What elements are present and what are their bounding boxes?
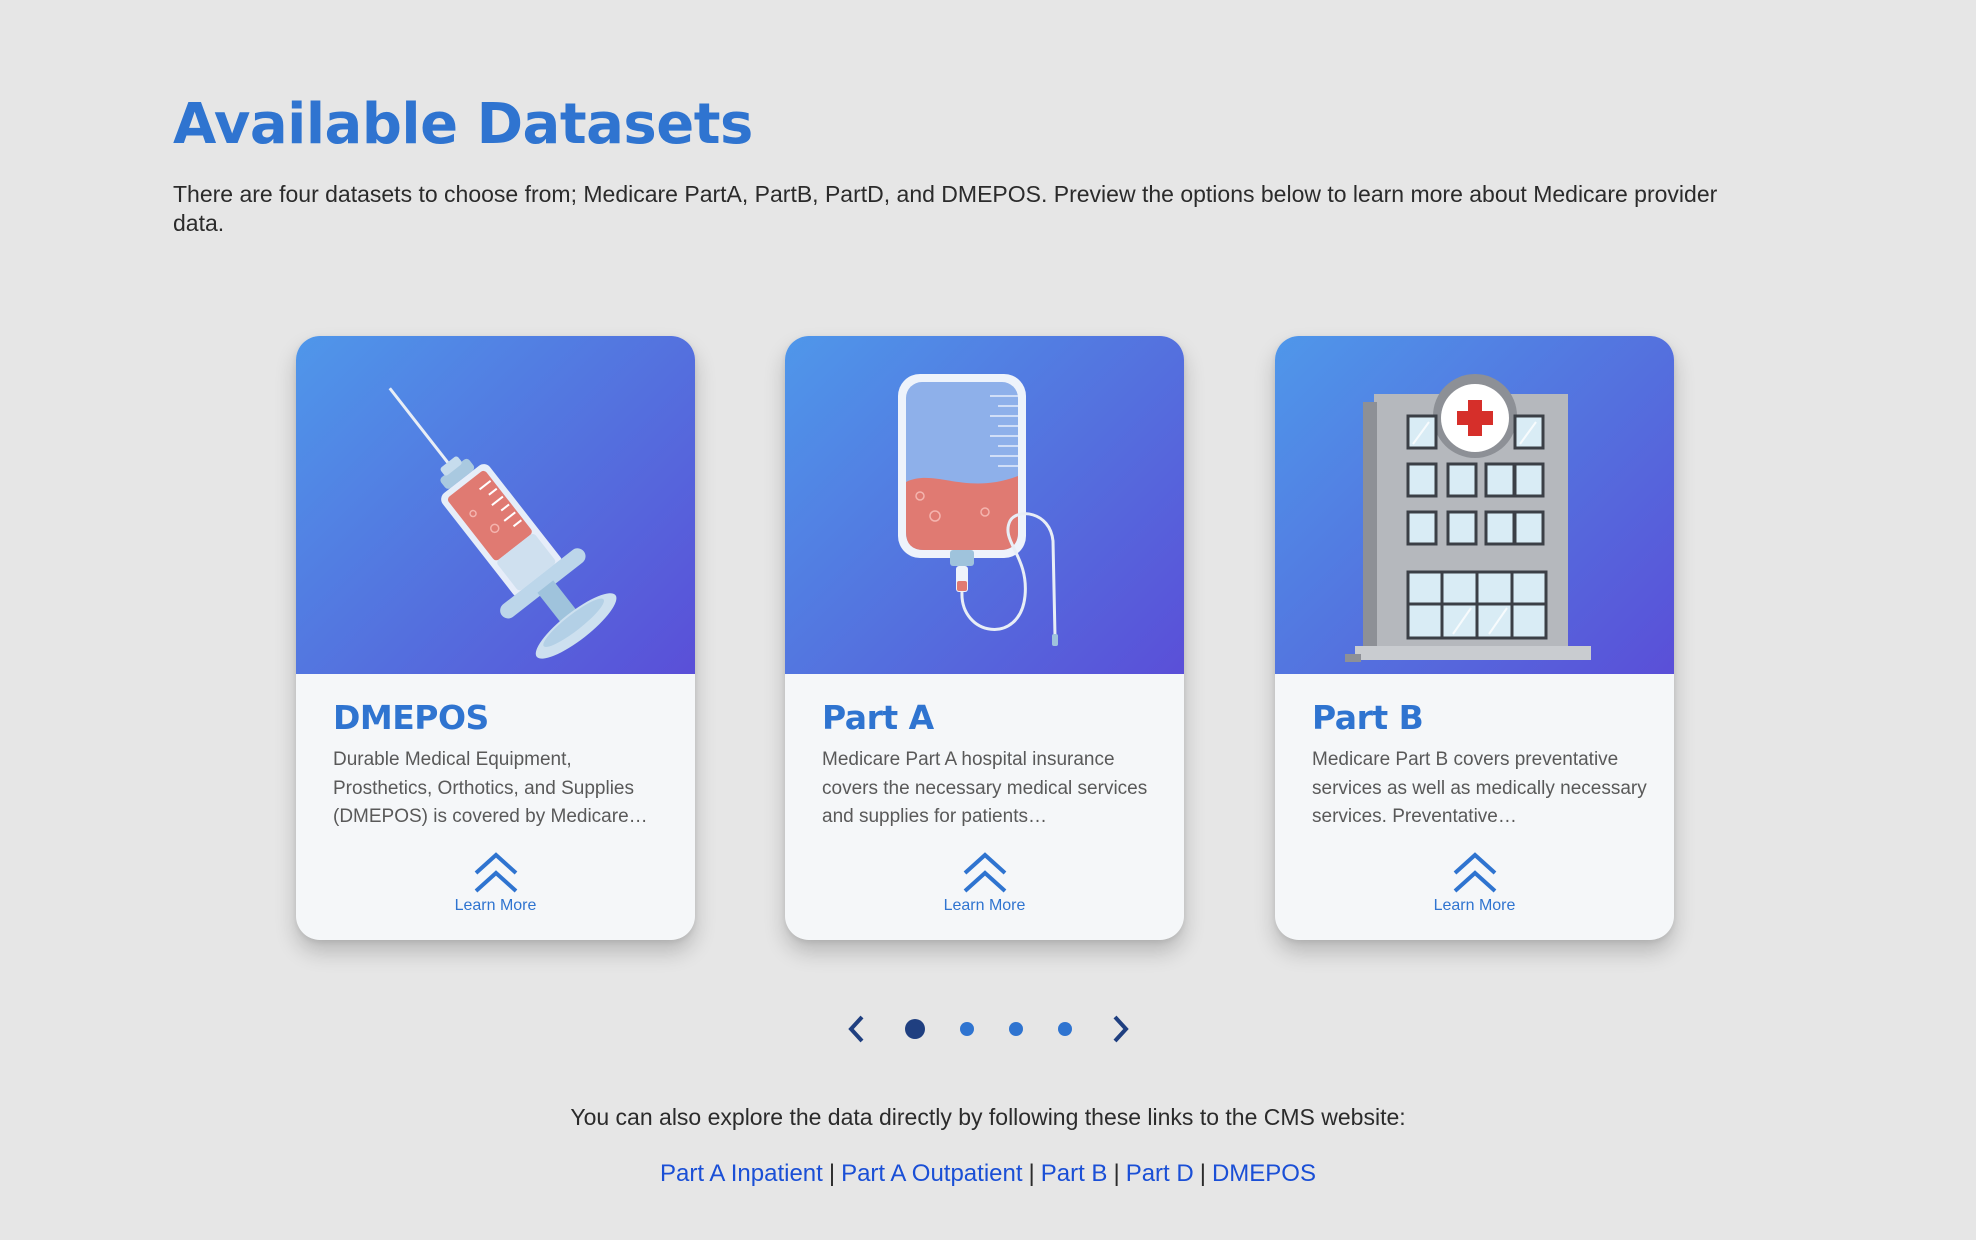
card-title: Part A [822,698,934,737]
card-image [1275,336,1674,674]
dataset-carousel: DMEPOS Durable Medical Equipment, Prosth… [296,336,1674,940]
double-chevron-up-icon [1453,852,1496,893]
chevron-left-icon [848,1015,864,1043]
carousel-pager [0,1012,1976,1046]
chevron-right-icon [1113,1015,1129,1043]
learn-more-label: Learn More [1433,897,1516,914]
learn-more-label: Learn More [943,897,1026,914]
carousel-next-button[interactable] [1105,1012,1135,1046]
learn-more-button[interactable]: Learn More [1275,851,1674,915]
link-dmepos[interactable]: DMEPOS [1212,1160,1316,1187]
cms-links: Part A Inpatient | Part A Outpatient | Part … [0,1160,1976,1188]
learn-more-label: Learn More [454,897,537,914]
card-image [785,336,1184,674]
card-description: Medicare Part A hospital insurance cover… [822,749,1148,827]
card-image [296,336,695,674]
carousel-prev-button[interactable] [842,1012,872,1046]
explore-text: You can also explore the data directly b… [570,1104,1406,1130]
double-chevron-up-icon [474,852,517,893]
link-separator: | [1028,1160,1035,1187]
learn-more-button[interactable]: Learn More [785,851,1184,915]
page-title: Available Datasets [173,92,753,157]
link-part-a-inpatient[interactable]: Part A Inpatient [660,1160,823,1187]
card-description: Durable Medical Equipment, Prosthetics, … [333,749,648,827]
card-title: Part B [1312,698,1424,737]
card-description: Medicare Part B covers preventative serv… [1312,749,1647,827]
dataset-card-part-a[interactable]: Part A Medicare Part A hospital insuranc… [785,336,1184,940]
carousel-dot-3[interactable] [1009,1022,1023,1036]
carousel-dot-4[interactable] [1058,1022,1072,1036]
carousel-dot-2[interactable] [960,1022,974,1036]
iv-bag-icon [898,374,1058,646]
link-part-b[interactable]: Part B [1041,1160,1108,1187]
link-separator: | [1199,1160,1206,1187]
link-part-d[interactable]: Part D [1126,1160,1194,1187]
carousel-dot-1[interactable] [905,1019,925,1039]
card-title: DMEPOS [333,698,489,737]
datasets-page: Available Datasets There are four datase… [0,0,1976,1240]
dataset-card-dmepos[interactable]: DMEPOS Durable Medical Equipment, Prosth… [296,336,695,940]
link-separator: | [1113,1160,1120,1187]
syringe-icon [388,387,617,659]
link-separator: | [828,1160,836,1187]
page-intro: There are four datasets to choose from; … [173,181,1718,236]
dataset-card-part-b[interactable]: Part B Medicare Part B covers preventati… [1275,336,1674,940]
learn-more-button[interactable]: Learn More [296,851,695,915]
double-chevron-up-icon [963,852,1006,893]
link-part-a-outpatient[interactable]: Part A Outpatient [841,1160,1022,1187]
hospital-icon [1345,374,1591,662]
